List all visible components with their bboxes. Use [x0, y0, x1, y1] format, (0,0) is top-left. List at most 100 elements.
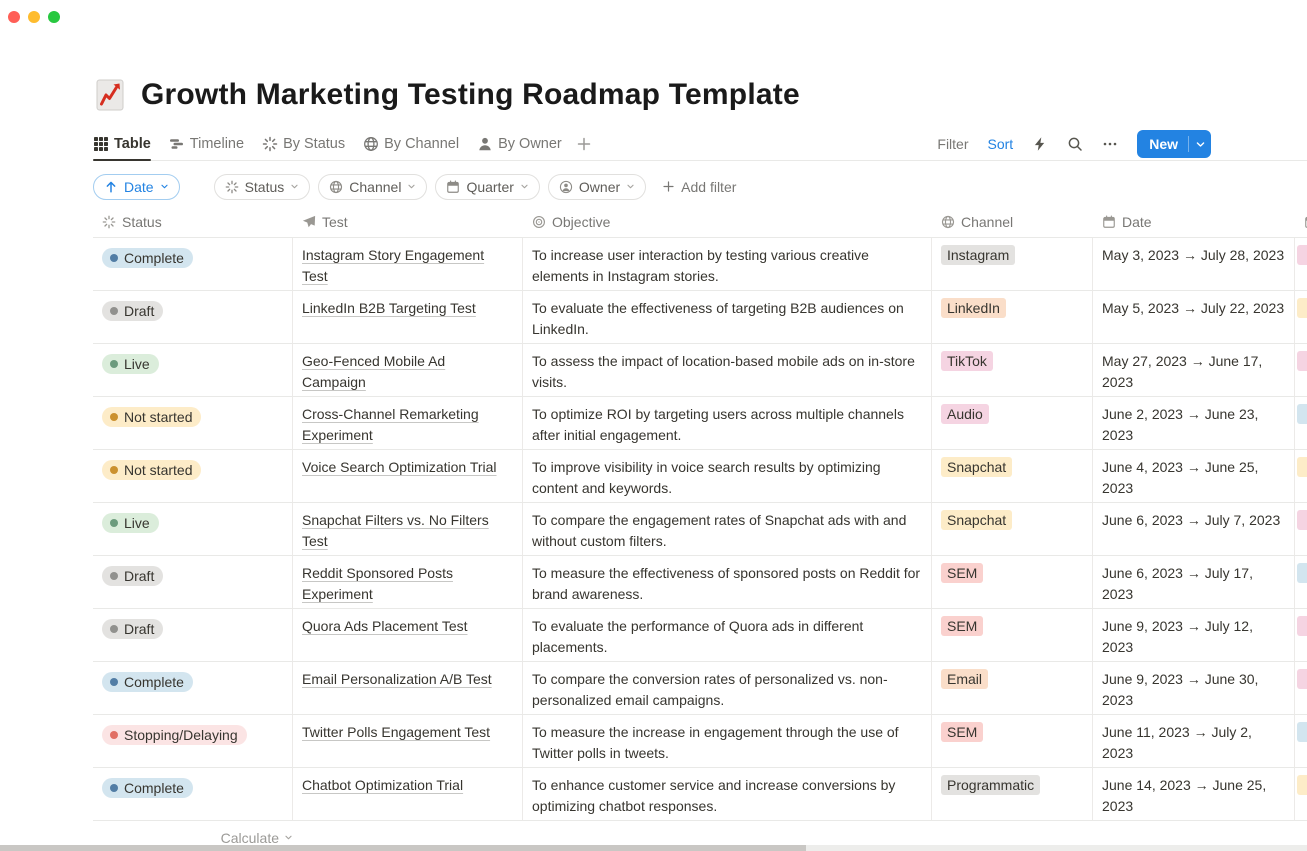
channel-tag[interactable]: Snapchat — [941, 510, 1012, 530]
edge-cell[interactable] — [1295, 344, 1307, 397]
tab-by-status[interactable]: By Status — [262, 128, 345, 160]
objective-cell[interactable]: To compare the conversion rates of perso… — [523, 662, 932, 715]
objective-cell[interactable]: To compare the engagement rates of Snapc… — [523, 503, 932, 556]
tab-by-owner[interactable]: By Owner — [477, 128, 562, 160]
channel-tag[interactable]: SEM — [941, 722, 983, 742]
date-cell[interactable]: June 4, 2023 → June 25, 2023 — [1093, 450, 1295, 503]
date-cell[interactable]: June 6, 2023 → July 7, 2023 — [1093, 503, 1295, 556]
edge-cell[interactable] — [1295, 556, 1307, 609]
test-cell[interactable]: LinkedIn B2B Targeting Test — [293, 291, 523, 344]
channel-tag[interactable]: Programmatic — [941, 775, 1040, 795]
channel-tag[interactable]: TikTok — [941, 351, 993, 371]
channel-cell[interactable]: Instagram — [932, 238, 1093, 291]
status-cell[interactable]: Not started — [93, 450, 293, 503]
channel-tag[interactable]: SEM — [941, 616, 983, 636]
status-cell[interactable]: Complete — [93, 768, 293, 821]
objective-cell[interactable]: To evaluate the effectiveness of targeti… — [523, 291, 932, 344]
scrollbar-thumb[interactable] — [0, 845, 806, 851]
status-badge[interactable]: Live — [102, 513, 159, 533]
status-cell[interactable]: Live — [93, 503, 293, 556]
edge-cell[interactable] — [1295, 397, 1307, 450]
filter-chip-status[interactable]: Status — [214, 174, 311, 200]
close-window-button[interactable] — [8, 11, 20, 23]
tab-by-channel[interactable]: By Channel — [363, 128, 459, 160]
test-title-link[interactable]: LinkedIn B2B Targeting Test — [302, 300, 476, 316]
channel-tag[interactable]: Email — [941, 669, 988, 689]
date-cell[interactable]: June 9, 2023 → June 30, 2023 — [1093, 662, 1295, 715]
test-title-link[interactable]: Snapchat Filters vs. No Filters Test — [302, 512, 489, 549]
objective-cell[interactable]: To optimize ROI by targeting users acros… — [523, 397, 932, 450]
status-badge[interactable]: Complete — [102, 672, 193, 692]
channel-tag[interactable]: LinkedIn — [941, 298, 1006, 318]
test-title-link[interactable]: Reddit Sponsored Posts Experiment — [302, 565, 453, 602]
channel-cell[interactable]: SEM — [932, 715, 1093, 768]
test-title-link[interactable]: Twitter Polls Engagement Test — [302, 724, 490, 740]
objective-cell[interactable]: To measure the increase in engagement th… — [523, 715, 932, 768]
sort-chip-date[interactable]: Date — [93, 174, 180, 200]
channel-cell[interactable]: Snapchat — [932, 450, 1093, 503]
sort-button[interactable]: Sort — [988, 136, 1014, 152]
column-header-objective[interactable]: Objective — [523, 214, 932, 230]
add-view-button[interactable] — [576, 136, 592, 152]
status-cell[interactable]: Draft — [93, 291, 293, 344]
test-cell[interactable]: Twitter Polls Engagement Test — [293, 715, 523, 768]
channel-cell[interactable]: TikTok — [932, 344, 1093, 397]
test-title-link[interactable]: Voice Search Optimization Trial — [302, 459, 497, 475]
date-cell[interactable]: May 3, 2023 → July 28, 2023 — [1093, 238, 1295, 291]
edge-cell[interactable] — [1295, 450, 1307, 503]
test-cell[interactable]: Quora Ads Placement Test — [293, 609, 523, 662]
status-badge[interactable]: Complete — [102, 778, 193, 798]
chevron-down-icon[interactable] — [1189, 139, 1211, 150]
column-header-test[interactable]: Test — [293, 214, 523, 230]
test-cell[interactable]: Chatbot Optimization Trial — [293, 768, 523, 821]
minimize-window-button[interactable] — [28, 11, 40, 23]
test-title-link[interactable]: Chatbot Optimization Trial — [302, 777, 463, 793]
test-title-link[interactable]: Instagram Story Engagement Test — [302, 247, 484, 284]
channel-tag[interactable]: Snapchat — [941, 457, 1012, 477]
status-badge[interactable]: Stopping/Delaying — [102, 725, 247, 745]
date-cell[interactable]: June 6, 2023 → July 17, 2023 — [1093, 556, 1295, 609]
status-cell[interactable]: Complete — [93, 238, 293, 291]
objective-cell[interactable]: To assess the impact of location-based m… — [523, 344, 932, 397]
filter-button[interactable]: Filter — [937, 136, 968, 152]
date-cell[interactable]: May 27, 2023 → June 17, 2023 — [1093, 344, 1295, 397]
bolt-icon[interactable] — [1032, 136, 1048, 152]
objective-cell[interactable]: To measure the effectiveness of sponsore… — [523, 556, 932, 609]
channel-tag[interactable]: Audio — [941, 404, 989, 424]
channel-cell[interactable]: Snapchat — [932, 503, 1093, 556]
test-title-link[interactable]: Cross-Channel Remarketing Experiment — [302, 406, 479, 443]
objective-cell[interactable]: To enhance customer service and increase… — [523, 768, 932, 821]
status-badge[interactable]: Not started — [102, 407, 201, 427]
new-button-label[interactable]: New — [1137, 136, 1188, 152]
channel-tag[interactable]: SEM — [941, 563, 983, 583]
column-header-channel[interactable]: Channel — [932, 214, 1093, 230]
status-badge[interactable]: Draft — [102, 619, 163, 639]
edge-cell[interactable] — [1295, 238, 1307, 291]
tab-table[interactable]: Table — [93, 128, 151, 160]
channel-cell[interactable]: Email — [932, 662, 1093, 715]
date-cell[interactable]: June 2, 2023 → June 23, 2023 — [1093, 397, 1295, 450]
test-cell[interactable]: Snapchat Filters vs. No Filters Test — [293, 503, 523, 556]
status-badge[interactable]: Draft — [102, 301, 163, 321]
column-header-date[interactable]: Date — [1093, 214, 1295, 230]
status-badge[interactable]: Live — [102, 354, 159, 374]
status-cell[interactable]: Live — [93, 344, 293, 397]
column-header-status[interactable]: Status — [93, 214, 293, 230]
edge-cell[interactable] — [1295, 768, 1307, 821]
date-cell[interactable]: June 9, 2023 → July 12, 2023 — [1093, 609, 1295, 662]
status-cell[interactable]: Draft — [93, 609, 293, 662]
objective-cell[interactable]: To increase user interaction by testing … — [523, 238, 932, 291]
column-header[interactable] — [1295, 215, 1307, 229]
test-cell[interactable]: Voice Search Optimization Trial — [293, 450, 523, 503]
horizontal-scrollbar[interactable] — [0, 845, 1307, 851]
add-filter-button[interactable]: Add filter — [662, 179, 736, 195]
test-cell[interactable]: Instagram Story Engagement Test — [293, 238, 523, 291]
filter-chip-channel[interactable]: Channel — [318, 174, 427, 200]
test-title-link[interactable]: Geo-Fenced Mobile Ad Campaign — [302, 353, 445, 390]
edge-cell[interactable] — [1295, 715, 1307, 768]
status-cell[interactable]: Not started — [93, 397, 293, 450]
test-cell[interactable]: Email Personalization A/B Test — [293, 662, 523, 715]
objective-cell[interactable]: To evaluate the performance of Quora ads… — [523, 609, 932, 662]
channel-cell[interactable]: SEM — [932, 556, 1093, 609]
filter-chip-owner[interactable]: Owner — [548, 174, 646, 200]
